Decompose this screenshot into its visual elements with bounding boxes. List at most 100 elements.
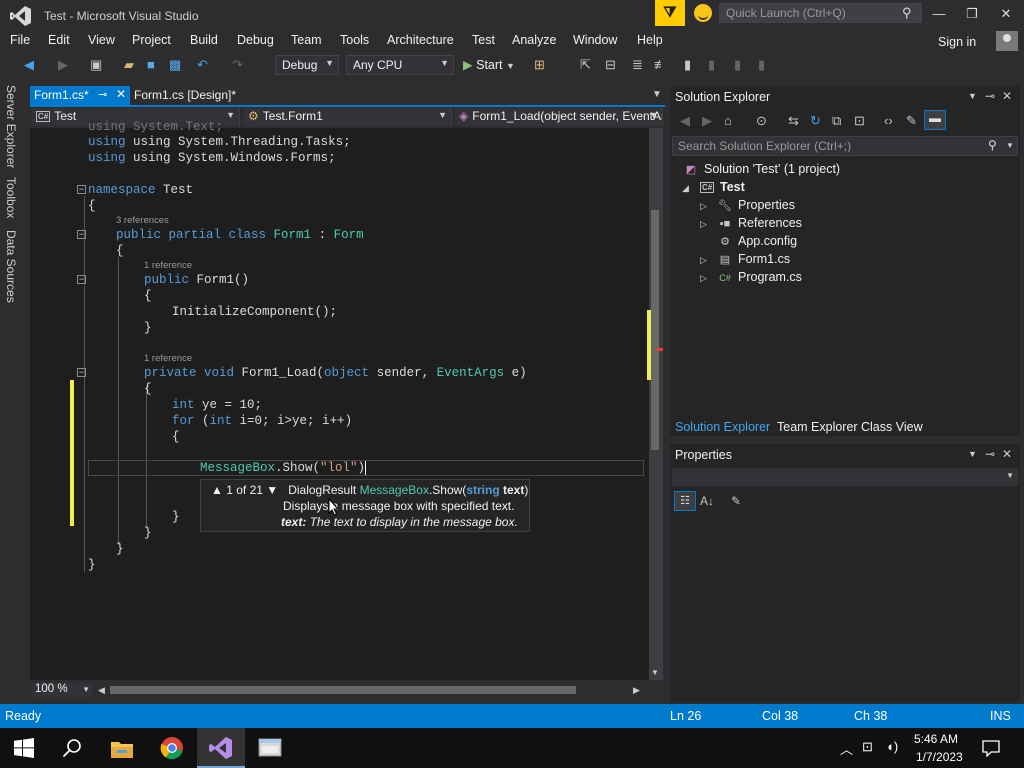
menu-help[interactable]: Help — [637, 33, 663, 47]
menu-edit[interactable]: Edit — [48, 33, 70, 47]
tab-team-explorer[interactable]: Team Explorer — [777, 420, 858, 434]
view-code-icon[interactable]: ‹› — [884, 113, 893, 128]
menu-window[interactable]: Window — [573, 33, 617, 47]
home-icon[interactable]: ⌂ — [724, 113, 732, 128]
menu-analyze[interactable]: Analyze — [512, 33, 556, 47]
comment-icon[interactable]: ≣ — [632, 57, 643, 73]
tab-class-view[interactable]: Class View — [861, 420, 923, 434]
bookmark-icon[interactable]: ▮ — [684, 57, 691, 73]
tab-form1-cs[interactable]: Form1.cs* ⊸ ✕ — [30, 86, 130, 106]
categorized-icon[interactable]: ☷ — [674, 491, 696, 511]
windows-start-icon[interactable] — [14, 738, 34, 758]
codelens-references[interactable]: 1 reference — [144, 260, 192, 271]
pin-icon[interactable]: ⊸ — [985, 89, 995, 103]
overload-up-icon[interactable]: ▲ — [211, 483, 223, 497]
expand-arrow-icon[interactable]: ▷ — [700, 201, 707, 212]
scrollbar-thumb[interactable] — [651, 210, 659, 450]
member-nav-select[interactable]: ◈Form1_Load(object sender, EventArgs e)▼ — [455, 108, 663, 126]
collapse-class-icon[interactable]: − — [77, 230, 86, 239]
menu-debug[interactable]: Debug — [237, 33, 274, 47]
pending-changes-icon[interactable]: ⊙ — [756, 113, 767, 129]
menu-test[interactable]: Test — [472, 33, 495, 47]
expand-arrow-icon[interactable]: ▷ — [700, 273, 707, 284]
collapse-method-icon[interactable]: − — [77, 368, 86, 377]
navigate-back-icon[interactable]: ◀ — [24, 57, 34, 73]
codelens-references[interactable]: 3 references — [116, 215, 169, 226]
menu-team[interactable]: Team — [291, 33, 322, 47]
feedback-smiley-icon[interactable] — [694, 4, 712, 22]
minimize-button[interactable]: — — [929, 6, 949, 22]
codelens-references[interactable]: 1 reference — [144, 353, 192, 364]
tree-item-app-config[interactable]: ⚙ App.config — [718, 234, 797, 248]
tree-item-form1-cs[interactable]: ▤ Form1.cs — [718, 252, 790, 266]
search-options-icon[interactable]: ▼ — [1006, 141, 1014, 150]
tab-form1-design[interactable]: Form1.cs [Design]* — [134, 88, 236, 102]
show-all-files-icon[interactable]: ⊡ — [854, 113, 865, 129]
quick-launch-input[interactable]: Quick Launch (Ctrl+Q) — [719, 3, 922, 23]
browser-link-icon[interactable]: ⊞ — [534, 57, 545, 73]
clear-bookmarks-icon[interactable]: ▮ — [758, 57, 765, 73]
tree-solution[interactable]: ◩ Solution 'Test' (1 project) — [684, 162, 840, 176]
close-pane-icon[interactable]: ✕ — [1002, 89, 1012, 103]
code-editor[interactable] — [30, 128, 650, 680]
class-nav-select[interactable]: ⚙ Test.Form1 ▼ — [244, 108, 452, 126]
overload-down-icon[interactable]: ▼ — [266, 483, 278, 497]
filter-feedback-icon[interactable]: ⧩ — [655, 0, 685, 26]
server-explorer-tab[interactable]: Server Explorer — [4, 85, 18, 168]
tree-item-program-cs[interactable]: C# Program.cs — [718, 270, 802, 284]
save-icon[interactable]: ■ — [147, 57, 155, 72]
chrome-icon[interactable] — [160, 736, 184, 760]
properties-wrench-icon[interactable]: ✎ — [906, 113, 917, 129]
close-button[interactable]: ✕ — [996, 6, 1016, 22]
solution-search-input[interactable]: Search Solution Explorer (Ctrl+;) — [672, 136, 1018, 156]
pane-options-icon[interactable]: ▼ — [968, 91, 977, 101]
menu-tools[interactable]: Tools — [340, 33, 369, 47]
file-explorer-icon[interactable] — [110, 737, 134, 761]
step-icon[interactable]: ⇱ — [580, 57, 591, 73]
navigate-forward-icon[interactable]: ▶ — [58, 57, 68, 73]
close-tab-icon[interactable]: ✕ — [116, 87, 126, 101]
search-icon[interactable]: ⚲ — [988, 138, 997, 152]
solution-config-icon[interactable]: ⊟ — [605, 57, 616, 73]
tab-list-dropdown-icon[interactable]: ▼ — [652, 89, 662, 100]
alphabetical-icon[interactable]: A↓ — [700, 494, 714, 508]
menu-architecture[interactable]: Architecture — [387, 33, 454, 47]
undo-icon[interactable]: ↶ — [197, 57, 208, 73]
expand-arrow-icon[interactable]: ▷ — [700, 219, 707, 230]
menu-project[interactable]: Project — [132, 33, 171, 47]
form-app-icon[interactable] — [258, 736, 282, 760]
clock-date[interactable]: 1/7/2023 — [916, 750, 963, 764]
forward-icon[interactable]: ▶ — [702, 113, 712, 129]
solution-configuration-select[interactable]: Debug ▼ — [275, 55, 339, 75]
refresh-icon[interactable]: ↻ — [810, 113, 821, 129]
network-icon[interactable]: ⊡ — [862, 739, 873, 755]
search-icon[interactable]: ⚲ — [902, 5, 912, 21]
next-bookmark-icon[interactable]: ▮ — [734, 57, 741, 73]
hscroll-thumb[interactable] — [110, 686, 576, 694]
maximize-button[interactable]: ❐ — [962, 6, 982, 22]
object-select[interactable]: ▼ — [672, 468, 1018, 486]
tree-item-properties[interactable]: 🔧︎ Properties — [718, 198, 795, 212]
scroll-right-icon[interactable]: ▶ — [633, 685, 640, 696]
collapse-namespace-icon[interactable]: − — [77, 185, 86, 194]
account-avatar-icon[interactable] — [996, 31, 1018, 51]
action-center-icon[interactable] — [982, 739, 1000, 757]
clock-time[interactable]: 5:46 AM — [914, 732, 958, 746]
pin-icon[interactable]: ⊸ — [985, 447, 995, 461]
menu-view[interactable]: View — [88, 33, 115, 47]
data-sources-tab[interactable]: Data Sources — [4, 230, 18, 303]
start-debugging-button[interactable]: ▶ Start ▼ — [463, 57, 515, 72]
uncomment-icon[interactable]: ≢ — [654, 57, 667, 72]
scroll-down-icon[interactable]: ▼ — [651, 668, 659, 677]
open-file-icon[interactable]: ▰ — [124, 57, 134, 73]
solution-platform-select[interactable]: Any CPU ▼ — [346, 55, 454, 75]
toolbox-tab[interactable]: Toolbox — [4, 177, 18, 218]
show-hidden-icons-icon[interactable]: ︿ — [840, 739, 853, 758]
sign-in-link[interactable]: Sign in — [938, 35, 976, 49]
menu-build[interactable]: Build — [190, 33, 218, 47]
menu-file[interactable]: File — [10, 33, 30, 47]
visual-studio-icon[interactable] — [209, 736, 233, 760]
sync-icon[interactable]: ⇆ — [788, 113, 799, 129]
search-icon[interactable] — [62, 738, 82, 758]
expand-arrow-icon[interactable]: ◢ — [682, 183, 689, 194]
